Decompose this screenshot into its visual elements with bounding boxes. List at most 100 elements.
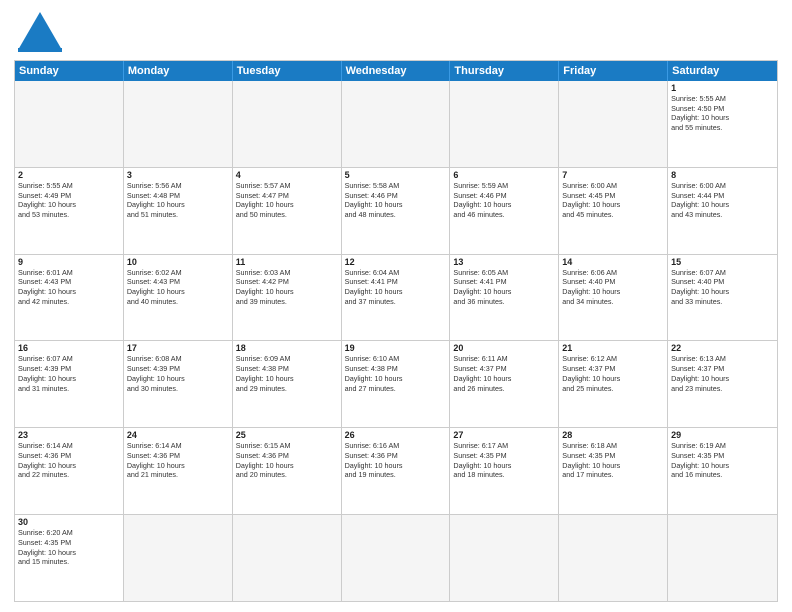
day-number: 3 xyxy=(127,170,229,180)
header-day-saturday: Saturday xyxy=(668,61,777,81)
header-day-monday: Monday xyxy=(124,61,233,81)
logo-icon xyxy=(14,10,66,54)
day-number: 12 xyxy=(345,257,447,267)
calendar-body: 1Sunrise: 5:55 AMSunset: 4:50 PMDaylight… xyxy=(15,81,777,601)
sun-info: Sunrise: 6:09 AMSunset: 4:38 PMDaylight:… xyxy=(236,354,338,393)
sun-info: Sunrise: 6:00 AMSunset: 4:45 PMDaylight:… xyxy=(562,181,664,220)
sun-info: Sunrise: 6:15 AMSunset: 4:36 PMDaylight:… xyxy=(236,441,338,480)
calendar-week-6: 30Sunrise: 6:20 AMSunset: 4:35 PMDayligh… xyxy=(15,514,777,601)
sun-info: Sunrise: 6:14 AMSunset: 4:36 PMDaylight:… xyxy=(18,441,120,480)
sun-info: Sunrise: 6:18 AMSunset: 4:35 PMDaylight:… xyxy=(562,441,664,480)
day-number: 14 xyxy=(562,257,664,267)
sun-info: Sunrise: 6:04 AMSunset: 4:41 PMDaylight:… xyxy=(345,268,447,307)
day-number: 10 xyxy=(127,257,229,267)
calendar-cell: 14Sunrise: 6:06 AMSunset: 4:40 PMDayligh… xyxy=(559,255,668,341)
sun-info: Sunrise: 6:02 AMSunset: 4:43 PMDaylight:… xyxy=(127,268,229,307)
calendar-cell: 18Sunrise: 6:09 AMSunset: 4:38 PMDayligh… xyxy=(233,341,342,427)
day-number: 29 xyxy=(671,430,774,440)
day-number: 17 xyxy=(127,343,229,353)
calendar-cell: 2Sunrise: 5:55 AMSunset: 4:49 PMDaylight… xyxy=(15,168,124,254)
calendar-cell: 10Sunrise: 6:02 AMSunset: 4:43 PMDayligh… xyxy=(124,255,233,341)
sun-info: Sunrise: 6:12 AMSunset: 4:37 PMDaylight:… xyxy=(562,354,664,393)
calendar-cell: 3Sunrise: 5:56 AMSunset: 4:48 PMDaylight… xyxy=(124,168,233,254)
header-day-thursday: Thursday xyxy=(450,61,559,81)
calendar-cell: 28Sunrise: 6:18 AMSunset: 4:35 PMDayligh… xyxy=(559,428,668,514)
day-number: 15 xyxy=(671,257,774,267)
calendar-cell: 30Sunrise: 6:20 AMSunset: 4:35 PMDayligh… xyxy=(15,515,124,601)
sun-info: Sunrise: 5:55 AMSunset: 4:50 PMDaylight:… xyxy=(671,94,774,133)
day-number: 21 xyxy=(562,343,664,353)
calendar-cell: 9Sunrise: 6:01 AMSunset: 4:43 PMDaylight… xyxy=(15,255,124,341)
sun-info: Sunrise: 5:59 AMSunset: 4:46 PMDaylight:… xyxy=(453,181,555,220)
sun-info: Sunrise: 6:13 AMSunset: 4:37 PMDaylight:… xyxy=(671,354,774,393)
calendar-cell xyxy=(342,515,451,601)
day-number: 19 xyxy=(345,343,447,353)
day-number: 16 xyxy=(18,343,120,353)
day-number: 27 xyxy=(453,430,555,440)
calendar-cell: 1Sunrise: 5:55 AMSunset: 4:50 PMDaylight… xyxy=(668,81,777,167)
day-number: 6 xyxy=(453,170,555,180)
calendar-cell xyxy=(15,81,124,167)
calendar-cell: 6Sunrise: 5:59 AMSunset: 4:46 PMDaylight… xyxy=(450,168,559,254)
calendar-week-3: 9Sunrise: 6:01 AMSunset: 4:43 PMDaylight… xyxy=(15,254,777,341)
calendar-cell: 16Sunrise: 6:07 AMSunset: 4:39 PMDayligh… xyxy=(15,341,124,427)
calendar-cell: 27Sunrise: 6:17 AMSunset: 4:35 PMDayligh… xyxy=(450,428,559,514)
calendar-week-4: 16Sunrise: 6:07 AMSunset: 4:39 PMDayligh… xyxy=(15,340,777,427)
calendar-cell xyxy=(124,515,233,601)
calendar-cell: 26Sunrise: 6:16 AMSunset: 4:36 PMDayligh… xyxy=(342,428,451,514)
sun-info: Sunrise: 6:17 AMSunset: 4:35 PMDaylight:… xyxy=(453,441,555,480)
sun-info: Sunrise: 6:10 AMSunset: 4:38 PMDaylight:… xyxy=(345,354,447,393)
day-number: 2 xyxy=(18,170,120,180)
calendar-cell: 17Sunrise: 6:08 AMSunset: 4:39 PMDayligh… xyxy=(124,341,233,427)
calendar-cell xyxy=(233,515,342,601)
header xyxy=(14,10,778,54)
calendar-cell xyxy=(124,81,233,167)
calendar-header: SundayMondayTuesdayWednesdayThursdayFrid… xyxy=(15,61,777,81)
sun-info: Sunrise: 5:58 AMSunset: 4:46 PMDaylight:… xyxy=(345,181,447,220)
calendar-cell: 21Sunrise: 6:12 AMSunset: 4:37 PMDayligh… xyxy=(559,341,668,427)
sun-info: Sunrise: 6:01 AMSunset: 4:43 PMDaylight:… xyxy=(18,268,120,307)
sun-info: Sunrise: 6:11 AMSunset: 4:37 PMDaylight:… xyxy=(453,354,555,393)
sun-info: Sunrise: 5:55 AMSunset: 4:49 PMDaylight:… xyxy=(18,181,120,220)
sun-info: Sunrise: 6:07 AMSunset: 4:40 PMDaylight:… xyxy=(671,268,774,307)
calendar-cell: 7Sunrise: 6:00 AMSunset: 4:45 PMDaylight… xyxy=(559,168,668,254)
calendar-cell: 12Sunrise: 6:04 AMSunset: 4:41 PMDayligh… xyxy=(342,255,451,341)
calendar-cell: 11Sunrise: 6:03 AMSunset: 4:42 PMDayligh… xyxy=(233,255,342,341)
day-number: 30 xyxy=(18,517,120,527)
sun-info: Sunrise: 6:07 AMSunset: 4:39 PMDaylight:… xyxy=(18,354,120,393)
day-number: 7 xyxy=(562,170,664,180)
calendar: SundayMondayTuesdayWednesdayThursdayFrid… xyxy=(14,60,778,602)
sun-info: Sunrise: 6:20 AMSunset: 4:35 PMDaylight:… xyxy=(18,528,120,567)
calendar-cell xyxy=(342,81,451,167)
day-number: 22 xyxy=(671,343,774,353)
calendar-cell: 23Sunrise: 6:14 AMSunset: 4:36 PMDayligh… xyxy=(15,428,124,514)
calendar-cell xyxy=(668,515,777,601)
calendar-week-5: 23Sunrise: 6:14 AMSunset: 4:36 PMDayligh… xyxy=(15,427,777,514)
logo xyxy=(14,10,70,54)
sun-info: Sunrise: 6:06 AMSunset: 4:40 PMDaylight:… xyxy=(562,268,664,307)
day-number: 8 xyxy=(671,170,774,180)
calendar-cell: 20Sunrise: 6:11 AMSunset: 4:37 PMDayligh… xyxy=(450,341,559,427)
day-number: 4 xyxy=(236,170,338,180)
sun-info: Sunrise: 6:08 AMSunset: 4:39 PMDaylight:… xyxy=(127,354,229,393)
calendar-cell xyxy=(233,81,342,167)
calendar-cell: 22Sunrise: 6:13 AMSunset: 4:37 PMDayligh… xyxy=(668,341,777,427)
day-number: 26 xyxy=(345,430,447,440)
day-number: 20 xyxy=(453,343,555,353)
sun-info: Sunrise: 6:03 AMSunset: 4:42 PMDaylight:… xyxy=(236,268,338,307)
calendar-cell xyxy=(559,81,668,167)
calendar-cell: 4Sunrise: 5:57 AMSunset: 4:47 PMDaylight… xyxy=(233,168,342,254)
calendar-cell xyxy=(450,515,559,601)
day-number: 18 xyxy=(236,343,338,353)
sun-info: Sunrise: 6:19 AMSunset: 4:35 PMDaylight:… xyxy=(671,441,774,480)
calendar-cell: 24Sunrise: 6:14 AMSunset: 4:36 PMDayligh… xyxy=(124,428,233,514)
sun-info: Sunrise: 6:00 AMSunset: 4:44 PMDaylight:… xyxy=(671,181,774,220)
sun-info: Sunrise: 6:14 AMSunset: 4:36 PMDaylight:… xyxy=(127,441,229,480)
day-number: 1 xyxy=(671,83,774,93)
day-number: 13 xyxy=(453,257,555,267)
calendar-cell: 25Sunrise: 6:15 AMSunset: 4:36 PMDayligh… xyxy=(233,428,342,514)
header-day-tuesday: Tuesday xyxy=(233,61,342,81)
calendar-cell: 15Sunrise: 6:07 AMSunset: 4:40 PMDayligh… xyxy=(668,255,777,341)
day-number: 28 xyxy=(562,430,664,440)
day-number: 24 xyxy=(127,430,229,440)
